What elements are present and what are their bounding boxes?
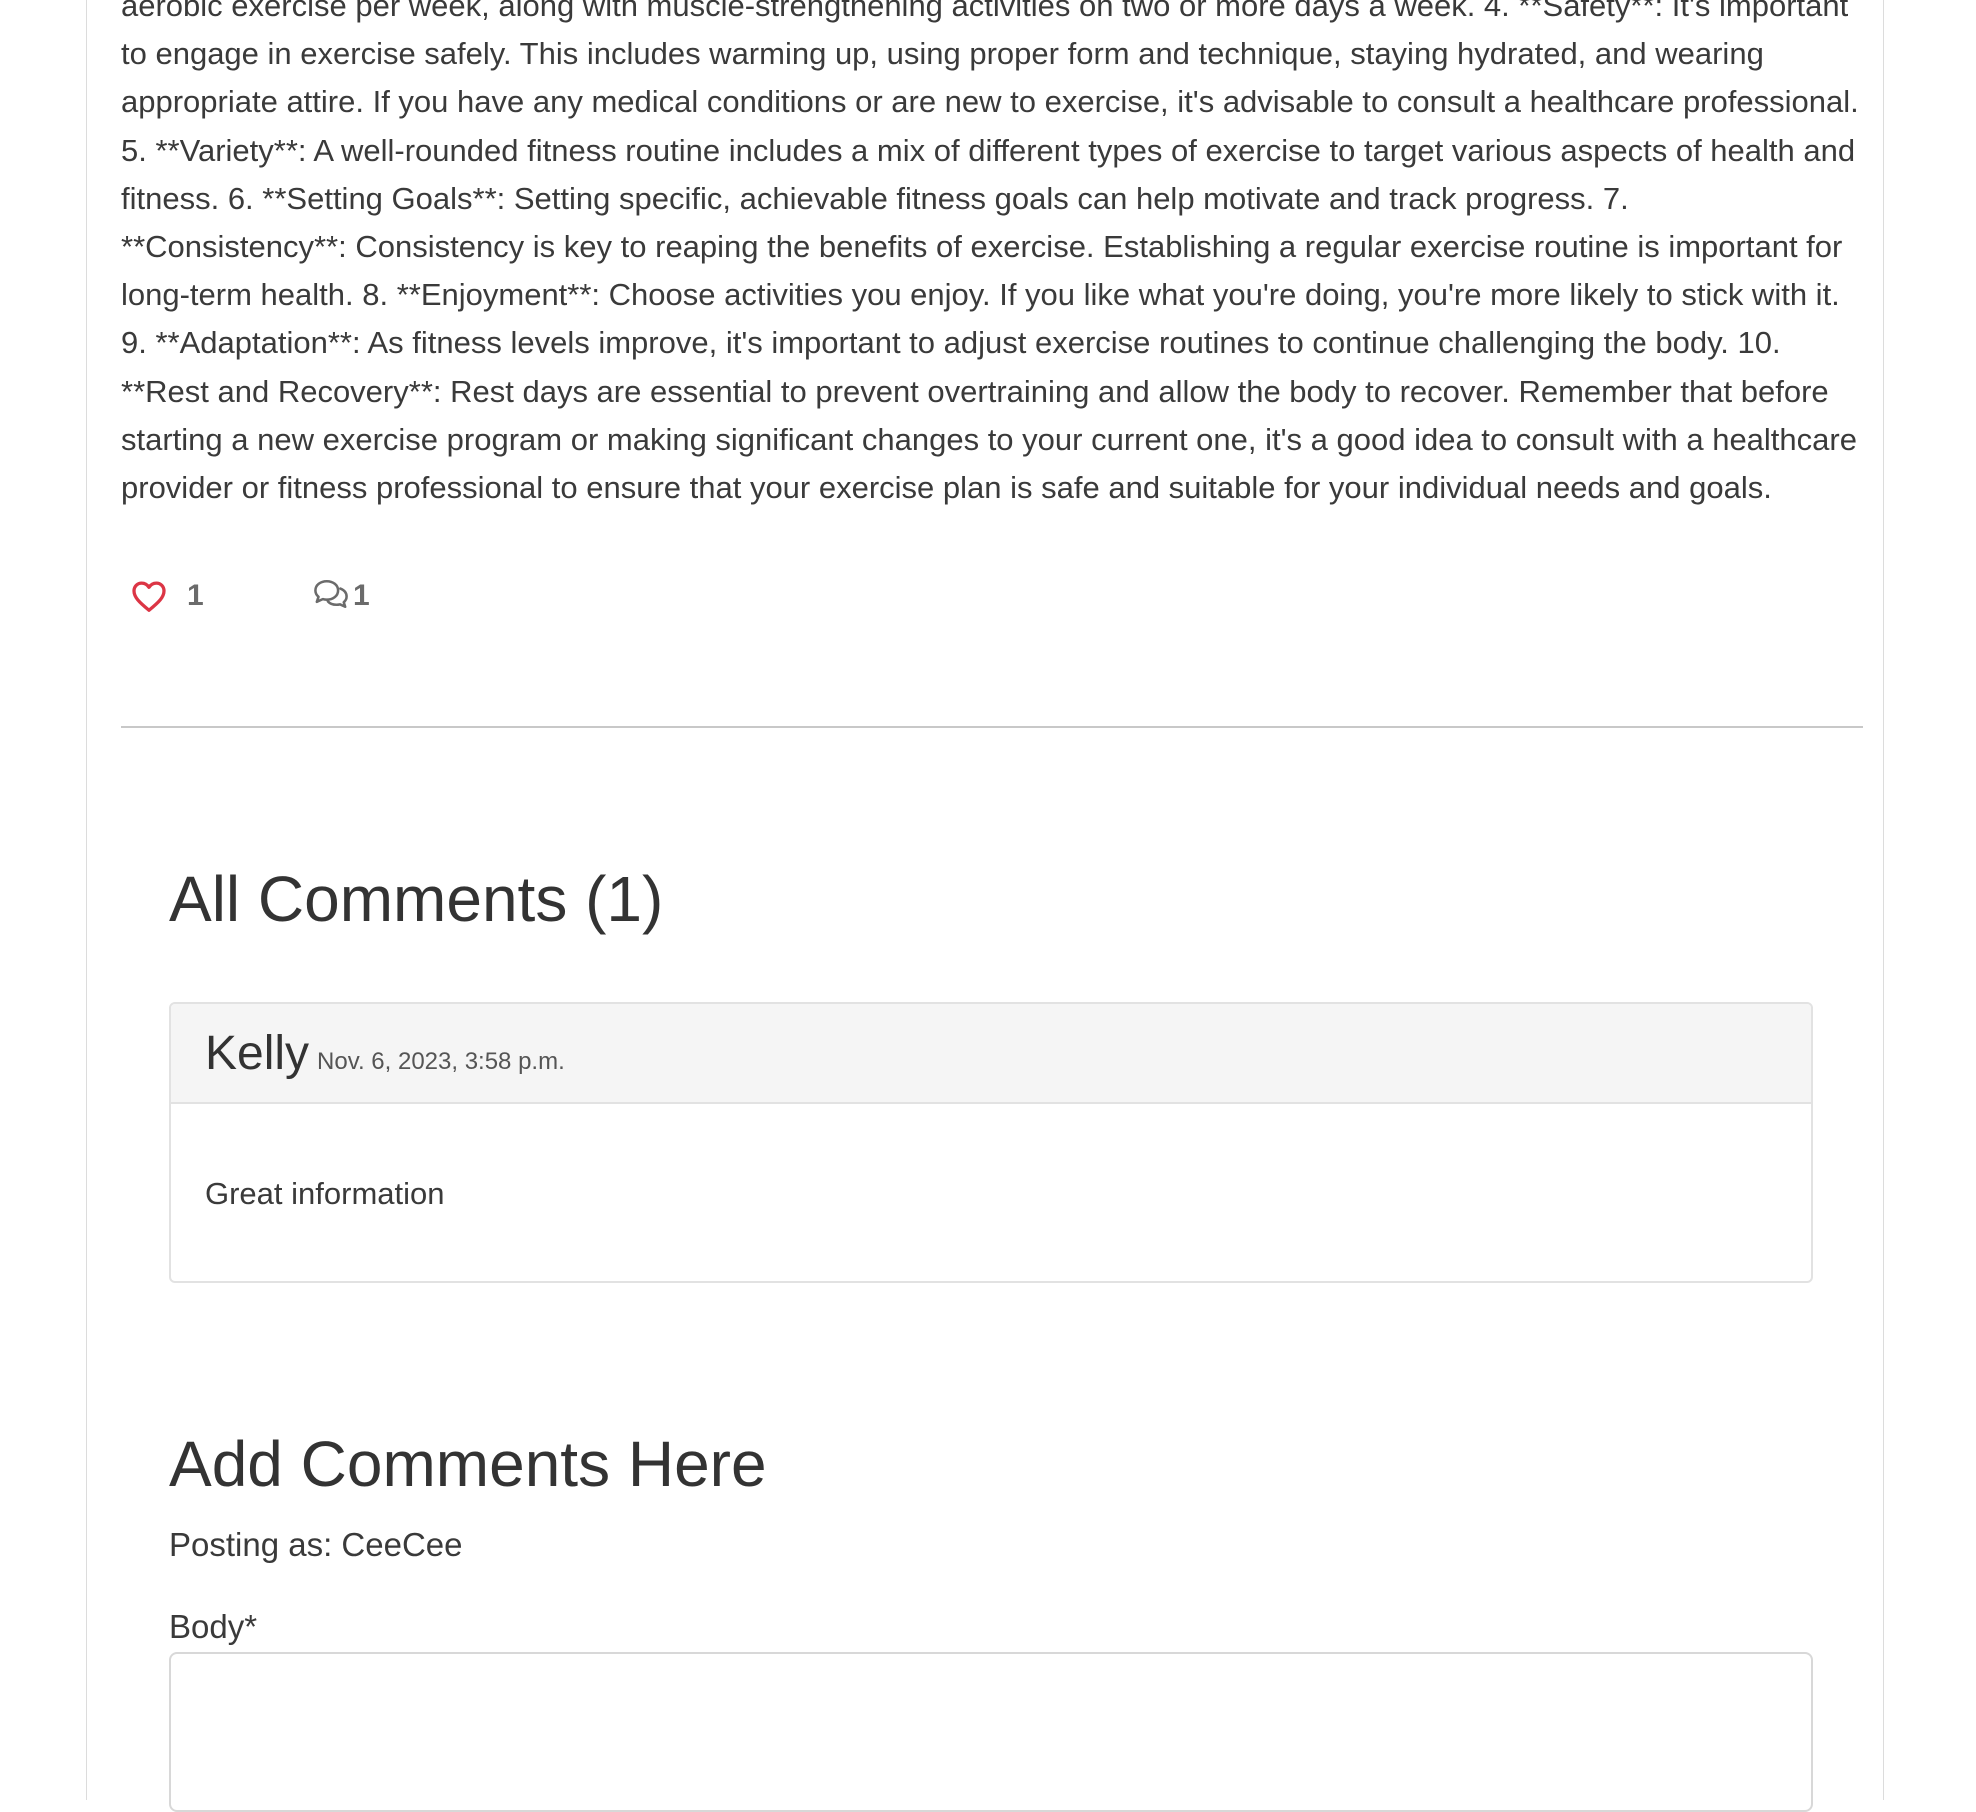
post-body-text: aerobic exercise per week, along with mu… <box>121 0 1859 506</box>
heart-icon[interactable] <box>131 579 167 613</box>
post-card: aerobic exercise per week, along with mu… <box>86 0 1884 1812</box>
comment-body-input[interactable] <box>169 1652 1813 1812</box>
comment-count: 1 <box>353 579 370 612</box>
like-count: 1 <box>187 579 204 612</box>
body-label: Body* <box>169 1608 258 1645</box>
like-button[interactable]: 1 <box>131 579 311 613</box>
posting-as: Posting as: CeeCee <box>169 1526 463 1563</box>
comments-button[interactable]: 1 <box>311 577 370 616</box>
comment-text: Great information <box>205 1176 445 1211</box>
comment-header: Kelly Nov. 6, 2023, 3:58 p.m. <box>171 1004 1811 1104</box>
comment-date: Nov. 6, 2023, 3:58 p.m. <box>317 1048 565 1075</box>
comments-icon[interactable] <box>311 577 351 616</box>
add-comment-title: Add Comments Here <box>169 1428 767 1500</box>
divider <box>121 726 1863 728</box>
comment-author: Kelly <box>205 1027 310 1080</box>
comments-title: All Comments (1) <box>169 863 664 935</box>
comment-card: Kelly Nov. 6, 2023, 3:58 p.m. Great info… <box>169 1002 1813 1283</box>
post-actions: 1 1 <box>131 574 370 618</box>
